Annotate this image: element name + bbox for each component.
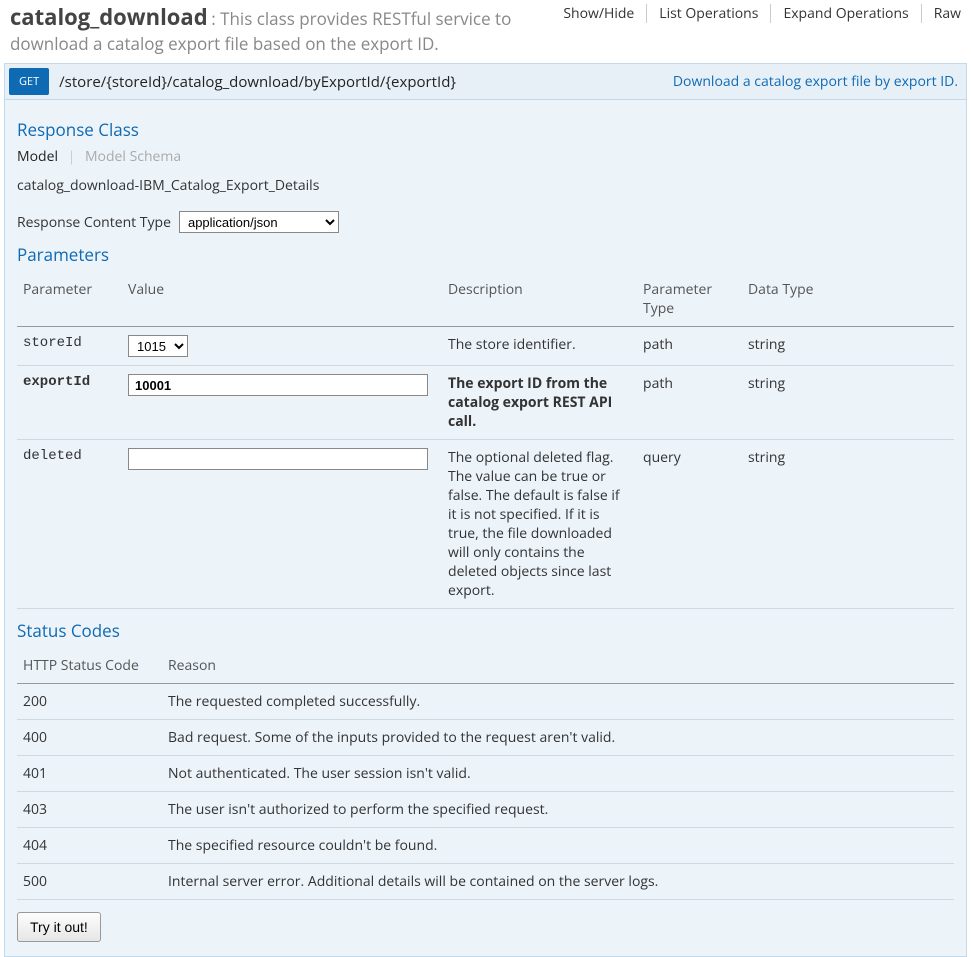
status-table: HTTP Status Code Reason 200The requested… xyxy=(17,648,954,900)
status-reason: The user isn't authorized to perform the… xyxy=(162,792,954,828)
status-reason: The specified resource couldn't be found… xyxy=(162,828,954,864)
storeid-select[interactable]: 10151 xyxy=(128,335,188,357)
parameters-heading: Parameters xyxy=(17,243,954,266)
col-parameter: Parameter xyxy=(17,272,122,327)
table-row: 200The requested completed successfully. xyxy=(17,684,954,720)
api-title: catalog_download xyxy=(10,2,208,32)
deleted-input[interactable] xyxy=(128,448,428,470)
param-name: exportId xyxy=(17,366,122,440)
col-value: Value xyxy=(122,272,442,327)
status-code: 401 xyxy=(17,756,162,792)
operation-body: Response Class Model | Model Schema cata… xyxy=(5,100,966,956)
param-desc: The optional deleted flag. The value can… xyxy=(442,440,637,609)
table-row: exportId The export ID from the catalog … xyxy=(17,366,954,440)
col-status-code: HTTP Status Code xyxy=(17,648,162,684)
parameters-table: Parameter Value Description Parameter Ty… xyxy=(17,272,954,609)
response-content-type-label: Response Content Type xyxy=(17,213,171,232)
status-reason: Internal server error. Additional detail… xyxy=(162,864,954,900)
param-type: path xyxy=(637,366,742,440)
param-dtype: string xyxy=(742,440,954,609)
status-code: 400 xyxy=(17,720,162,756)
status-code: 200 xyxy=(17,684,162,720)
param-dtype: string xyxy=(742,366,954,440)
col-parameter-type: Parameter Type xyxy=(637,272,742,327)
table-row: storeId 10151 The store identifier. path… xyxy=(17,327,954,366)
table-row: deleted The optional deleted flag. The v… xyxy=(17,440,954,609)
tab-model-schema[interactable]: Model Schema xyxy=(85,147,181,166)
param-name: storeId xyxy=(17,327,122,366)
try-it-out-button[interactable]: Try it out! xyxy=(17,912,101,942)
tab-separator: | xyxy=(68,147,76,166)
operation-header[interactable]: GET /store/{storeId}/catalog_download/by… xyxy=(5,64,966,100)
status-code: 404 xyxy=(17,828,162,864)
status-code: 500 xyxy=(17,864,162,900)
api-header: catalog_download : This class provides R… xyxy=(0,0,971,63)
param-name: deleted xyxy=(17,440,122,609)
param-desc: The store identifier. xyxy=(442,327,637,366)
header-links: Show/Hide List Operations Expand Operati… xyxy=(551,0,961,23)
tab-model[interactable]: Model xyxy=(17,147,58,166)
col-reason: Reason xyxy=(162,648,954,684)
status-reason: Not authenticated. The user session isn'… xyxy=(162,756,954,792)
table-row: 401Not authenticated. The user session i… xyxy=(17,756,954,792)
api-title-block: catalog_download : This class provides R… xyxy=(10,0,551,55)
param-type: path xyxy=(637,327,742,366)
status-reason: The requested completed successfully. xyxy=(162,684,954,720)
raw-link[interactable]: Raw xyxy=(922,4,961,23)
status-reason: Bad request. Some of the inputs provided… xyxy=(162,720,954,756)
col-description: Description xyxy=(442,272,637,327)
table-row: 403The user isn't authorized to perform … xyxy=(17,792,954,828)
status-code: 403 xyxy=(17,792,162,828)
response-content-type-row: Response Content Type application/json xyxy=(17,211,954,233)
param-desc: The export ID from the catalog export RE… xyxy=(442,366,637,440)
param-dtype: string xyxy=(742,327,954,366)
table-row: 400Bad request. Some of the inputs provi… xyxy=(17,720,954,756)
param-type: query xyxy=(637,440,742,609)
exportid-input[interactable] xyxy=(128,374,428,396)
operation-panel: GET /store/{storeId}/catalog_download/by… xyxy=(4,63,967,957)
table-row: 404The specified resource couldn't be fo… xyxy=(17,828,954,864)
status-codes-heading: Status Codes xyxy=(17,619,954,642)
show-hide-link[interactable]: Show/Hide xyxy=(551,4,647,23)
col-data-type: Data Type xyxy=(742,272,954,327)
expand-operations-link[interactable]: Expand Operations xyxy=(771,4,921,23)
table-row: 500Internal server error. Additional det… xyxy=(17,864,954,900)
model-name: catalog_download-IBM_Catalog_Export_Deta… xyxy=(17,176,954,195)
list-operations-link[interactable]: List Operations xyxy=(647,4,771,23)
response-class-heading: Response Class xyxy=(17,118,954,141)
response-content-type-select[interactable]: application/json xyxy=(179,211,339,233)
http-method-badge: GET xyxy=(9,68,49,95)
operation-path: /store/{storeId}/catalog_download/byExpo… xyxy=(59,72,673,92)
operation-summary[interactable]: Download a catalog export file by export… xyxy=(673,72,958,91)
model-tabs: Model | Model Schema xyxy=(17,147,954,166)
